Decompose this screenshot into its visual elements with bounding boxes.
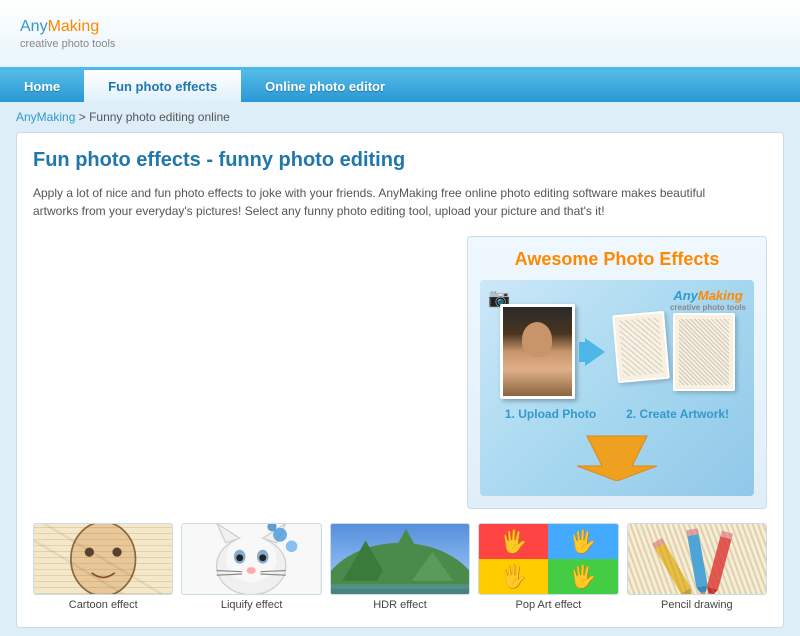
arrow-right-icon (585, 338, 605, 366)
page-title: Fun photo effects - funny photo editing (33, 149, 767, 172)
thumb-liquify-img (181, 523, 321, 595)
promo-title: Awesome Photo Effects (480, 249, 754, 270)
right-col: Awesome Photo Effects 📷 AnyMaking creati… (467, 236, 767, 509)
thumbnails-row: Cartoon effect (33, 523, 767, 611)
thumb-liquify-effect[interactable]: Liquify effect (181, 523, 321, 611)
artwork-frame-small (612, 310, 670, 382)
popart-hand-yellow: 🖐 (479, 559, 548, 594)
promo-logo-making: Making (698, 288, 743, 303)
logo-area: AnyMaking creative photo tools (20, 18, 115, 50)
thumb-liquify-label: Liquify effect (181, 599, 321, 611)
header: AnyMaking creative photo tools (0, 0, 800, 70)
nav: Home Fun photo effects Online photo edit… (0, 70, 800, 102)
breadcrumb-home-link[interactable]: AnyMaking (16, 110, 75, 124)
logo-text: AnyMaking (20, 18, 115, 36)
promo-box: Awesome Photo Effects 📷 AnyMaking creati… (467, 236, 767, 509)
logo-making: Making (48, 18, 100, 35)
promo-image-area: 📷 AnyMaking creative photo tools (480, 280, 754, 496)
thumb-popart-effect[interactable]: 🖐 🖐 🖐 🖐 Pop Art effect (478, 523, 618, 611)
popart-hand-green: 🖐 (548, 559, 617, 594)
thumb-hdr-img (330, 523, 470, 595)
thumb-popart-label: Pop Art effect (478, 599, 618, 611)
promo-down-arrow (577, 431, 657, 486)
breadcrumb: AnyMaking > Funny photo editing online (16, 110, 784, 124)
popart-hand-blue: 🖐 (548, 524, 617, 559)
thumb-pencil-img (627, 523, 767, 595)
artwork-frame-large (673, 313, 735, 391)
nav-online-photo-editor[interactable]: Online photo editor (241, 70, 409, 102)
promo-logo-any: Any (673, 288, 698, 303)
thumb-cartoon-img (33, 523, 173, 595)
thumb-cartoon-label: Cartoon effect (33, 599, 173, 611)
nav-home[interactable]: Home (0, 70, 84, 102)
promo-steps (490, 304, 744, 399)
main-body: Awesome Photo Effects 📷 AnyMaking creati… (33, 236, 767, 509)
nav-fun-photo-effects[interactable]: Fun photo effects (84, 70, 241, 102)
breadcrumb-current: Funny photo editing online (89, 110, 230, 124)
step-labels: 1. Upload Photo 2. Create Artwork! (490, 407, 744, 421)
main-card: Fun photo effects - funny photo editing … (16, 132, 784, 628)
left-col (33, 236, 447, 509)
thumb-pencil-drawing[interactable]: Pencil drawing (627, 523, 767, 611)
logo-subtitle: creative photo tools (20, 38, 115, 50)
content-wrapper: AnyMaking > Funny photo editing online F… (0, 102, 800, 636)
promo-logo-subtitle: creative photo tools (670, 303, 746, 312)
popart-hand-red: 🖐 (479, 524, 548, 559)
promo-logo: AnyMaking creative photo tools (670, 288, 746, 312)
description-text: Apply a lot of nice and fun photo effect… (33, 184, 713, 220)
thumb-hdr-effect[interactable]: HDR effect (330, 523, 470, 611)
step1-label: 1. Upload Photo (505, 407, 596, 421)
thumb-pencil-label: Pencil drawing (627, 599, 767, 611)
thumb-hdr-label: HDR effect (330, 599, 470, 611)
step2-label: 2. Create Artwork! (626, 407, 729, 421)
upload-photo-frame (500, 304, 575, 399)
breadcrumb-separator: > (79, 110, 89, 124)
logo-any: Any (20, 18, 48, 35)
artwork-frames (615, 313, 735, 391)
thumb-cartoon-effect[interactable]: Cartoon effect (33, 523, 173, 611)
thumb-popart-img: 🖐 🖐 🖐 🖐 (478, 523, 618, 595)
